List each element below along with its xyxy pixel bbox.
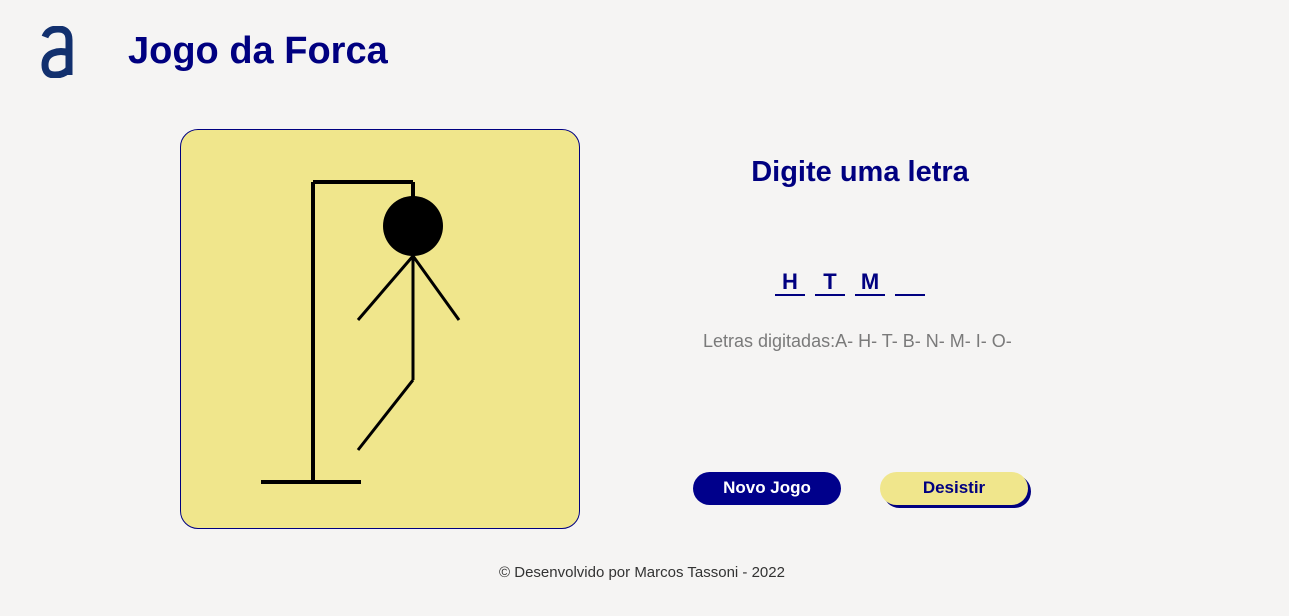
letter-slot: T [815,270,845,296]
letter-prompt: Digite uma letra [751,156,969,188]
new-game-button[interactable]: Novo Jogo [693,472,841,505]
give-up-button[interactable]: Desistir [880,472,1028,505]
hangman-right-arm [411,255,461,321]
letter-slot: M [855,270,885,296]
hangman-head [383,196,443,256]
letter-slot: H [775,270,805,296]
footer-credit: © Desenvolvido por Marcos Tassoni - 2022 [499,564,785,581]
letter-a-logo-icon [41,26,73,78]
hangman-left-arm [356,255,415,321]
typed-letters: Letras digitadas:A- H- T- B- N- M- I- O- [703,331,1012,351]
page-title: Jogo da Forca [128,30,388,72]
word-slots: H T M [775,270,925,296]
hangman-board [180,129,580,529]
hangman-left-leg [356,379,415,451]
letter-slot [895,270,925,296]
